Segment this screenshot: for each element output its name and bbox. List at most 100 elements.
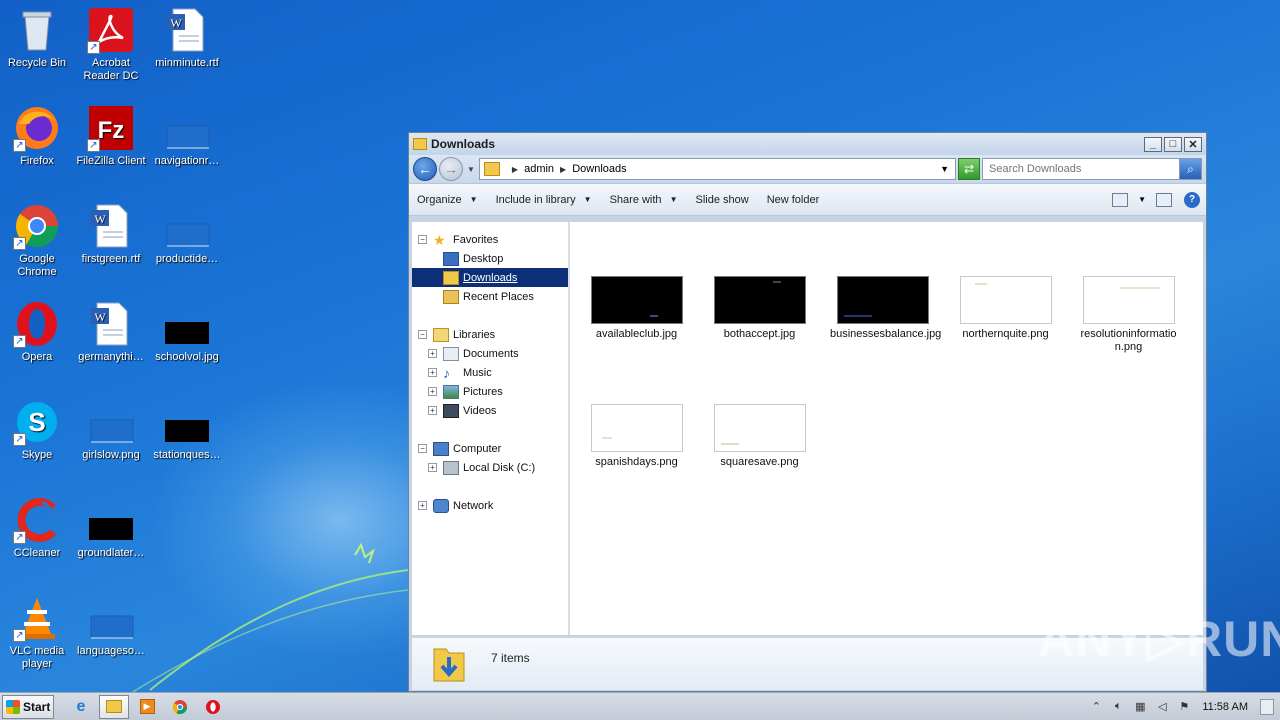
file-item[interactable]: spanishdays.png xyxy=(584,404,689,469)
recent-pages-dropdown[interactable]: ▼ xyxy=(467,165,475,174)
expand-icon[interactable]: + xyxy=(428,368,437,377)
organize-menu[interactable]: Organize ▼ xyxy=(417,194,478,206)
desktop-icon-firstgreen[interactable]: W firstgreen.rtf xyxy=(74,202,148,266)
volume-icon[interactable]: 🔈︎ xyxy=(1110,699,1126,715)
desktop-icon-label: Recycle Bin xyxy=(7,57,67,69)
file-item[interactable]: businessesbalance.jpg xyxy=(830,276,941,341)
start-button[interactable]: Start xyxy=(2,694,54,719)
expand-icon[interactable]: + xyxy=(428,463,437,472)
shortcut-arrow-icon: ↗ xyxy=(13,433,26,446)
desktop-icon-acrobat[interactable]: ↗ Acrobat Reader DC xyxy=(74,6,148,83)
desktop-icon-productide[interactable]: productide… xyxy=(150,202,224,266)
desktop-icon-firefox[interactable]: ↗ Firefox xyxy=(0,104,74,168)
nav-favorites[interactable]: − ★ Favorites xyxy=(412,230,568,249)
refresh-button[interactable]: ⇄ xyxy=(958,158,980,180)
expand-icon[interactable]: + xyxy=(418,501,427,510)
nav-libraries[interactable]: − Libraries xyxy=(412,325,568,344)
desktop-icon-navigationr[interactable]: navigationr… xyxy=(150,104,224,168)
desktop-icon-vlc[interactable]: ↗ VLC media player xyxy=(0,594,74,671)
desktop-icon-ccleaner[interactable]: ↗ CCleaner xyxy=(0,496,74,560)
image-file-icon xyxy=(87,594,135,642)
change-view-icon[interactable] xyxy=(1112,192,1129,207)
nav-label: Downloads xyxy=(463,271,518,284)
breadcrumb-admin[interactable]: admin xyxy=(524,163,554,175)
desktop-icon-skype[interactable]: S ↗ Skype xyxy=(0,398,74,462)
network-icon[interactable]: ▦ xyxy=(1132,699,1148,715)
speaker-mute-icon[interactable]: ◁ xyxy=(1154,699,1170,715)
desktop-icon-recycle-bin[interactable]: Recycle Bin xyxy=(0,6,74,70)
nav-label: Libraries xyxy=(453,328,496,341)
desktop-icon-girlslow[interactable]: girlslow.png xyxy=(74,398,148,462)
close-button[interactable]: ✕ xyxy=(1184,136,1202,152)
nav-downloads[interactable]: Downloads xyxy=(412,268,568,287)
help-icon[interactable]: ? xyxy=(1184,191,1200,208)
image-file-icon xyxy=(163,104,211,152)
file-item[interactable]: availableclub.jpg xyxy=(584,276,689,341)
nav-music[interactable]: + ♪ Music xyxy=(412,363,568,382)
action-center-flag-icon[interactable]: ⚑ xyxy=(1176,699,1192,715)
view-options-dropdown[interactable]: ▼ xyxy=(1138,195,1146,204)
new-folder-button[interactable]: New folder xyxy=(767,194,820,206)
system-tray: ⌃ 🔈︎ ▦ ◁ ⚑ 11:58 AM xyxy=(1082,693,1280,720)
taskbar-explorer[interactable] xyxy=(99,694,129,719)
forward-button[interactable]: → xyxy=(439,157,463,181)
breadcrumb-downloads[interactable]: Downloads xyxy=(572,163,626,175)
chevron-right-icon[interactable]: ▶ xyxy=(560,165,566,174)
pictures-icon xyxy=(443,384,459,399)
desktop-icon-opera[interactable]: ↗ Opera xyxy=(0,300,74,364)
downloads-folder-icon xyxy=(443,270,459,285)
taskbar-chrome[interactable] xyxy=(165,695,195,719)
chevron-down-icon[interactable]: ▼ xyxy=(940,164,949,174)
expand-icon[interactable]: + xyxy=(428,349,437,358)
clock[interactable]: 11:58 AM xyxy=(1202,701,1248,713)
title-bar[interactable]: Downloads _ □ ✕ xyxy=(409,133,1206,155)
nav-videos[interactable]: + Videos xyxy=(412,401,568,420)
taskbar-opera[interactable] xyxy=(198,695,228,719)
back-button[interactable]: ← xyxy=(413,157,437,181)
file-item[interactable]: northernquite.png xyxy=(953,276,1058,341)
expand-icon[interactable]: + xyxy=(428,387,437,396)
svg-text:Fz: Fz xyxy=(98,117,125,144)
share-with-menu[interactable]: Share with ▼ xyxy=(610,194,678,206)
nav-recent-places[interactable]: Recent Places xyxy=(412,287,568,306)
include-in-library-menu[interactable]: Include in library ▼ xyxy=(496,194,592,206)
show-desktop-button[interactable] xyxy=(1260,698,1274,715)
media-player-icon: ▶ xyxy=(139,699,155,714)
desktop-icon-filezilla[interactable]: Fz ↗ FileZilla Client xyxy=(74,104,148,168)
address-bar[interactable]: ▶ admin ▶ Downloads ▼ xyxy=(478,158,956,180)
search-button[interactable]: ⌕ xyxy=(1179,159,1201,179)
collapse-icon[interactable]: − xyxy=(418,330,427,339)
minimize-button[interactable]: _ xyxy=(1144,136,1162,152)
file-item[interactable]: resolutioninformation.png xyxy=(1076,276,1181,354)
preview-pane-icon[interactable] xyxy=(1156,192,1172,207)
file-item[interactable]: squaresave.png xyxy=(707,404,812,469)
desktop-icon-schoolvol[interactable]: schoolvol.jpg xyxy=(150,300,224,364)
nav-documents[interactable]: + Documents xyxy=(412,344,568,363)
desktop-icon-chrome[interactable]: ↗ Google Chrome xyxy=(0,202,74,279)
collapse-icon[interactable]: − xyxy=(418,444,427,453)
desktop-icon-stationques[interactable]: stationques… xyxy=(150,398,224,462)
show-hidden-icons-icon[interactable]: ⌃ xyxy=(1088,699,1104,715)
nav-local-disk[interactable]: + Local Disk (C:) xyxy=(412,458,568,477)
desktop-icon-minminute[interactable]: W minminute.rtf xyxy=(150,6,224,70)
nav-pictures[interactable]: + Pictures xyxy=(412,382,568,401)
documents-icon xyxy=(443,346,459,361)
nav-network[interactable]: + Network xyxy=(412,496,568,515)
slide-show-button[interactable]: Slide show xyxy=(695,194,748,206)
command-bar: Organize ▼ Include in library ▼ Share with… xyxy=(409,183,1206,216)
maximize-button[interactable]: □ xyxy=(1164,136,1182,152)
chevron-right-icon[interactable]: ▶ xyxy=(512,165,518,174)
nav-computer[interactable]: − Computer xyxy=(412,439,568,458)
taskbar-media-player[interactable]: ▶ xyxy=(132,695,162,719)
search-box[interactable]: ⌕ xyxy=(982,158,1202,180)
navigation-pane: − ★ Favorites Desktop Downloads Recent P… xyxy=(412,222,570,635)
collapse-icon[interactable]: − xyxy=(418,235,427,244)
desktop-icon-germanythi[interactable]: W germanythi… xyxy=(74,300,148,364)
file-item[interactable]: bothaccept.jpg xyxy=(707,276,812,341)
expand-icon[interactable]: + xyxy=(428,406,437,415)
nav-desktop[interactable]: Desktop xyxy=(412,249,568,268)
search-input[interactable] xyxy=(989,163,1179,175)
desktop-icon-languageso[interactable]: languageso… xyxy=(74,594,148,658)
taskbar-internet-explorer[interactable]: e xyxy=(66,695,96,719)
desktop-icon-groundlater[interactable]: groundlater… xyxy=(74,496,148,560)
